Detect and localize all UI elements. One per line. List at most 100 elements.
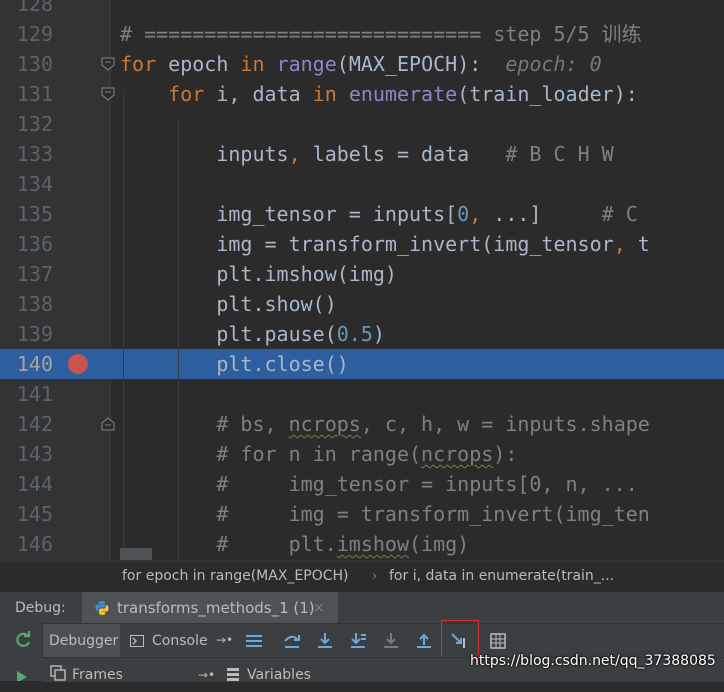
debug-session-tab[interactable]: transforms_methods_1 (1) × [82,592,338,624]
breadcrumb-item[interactable]: for i, data in enumerate(train_... [389,561,614,592]
line-number[interactable]: 133 [7,139,53,169]
fold-marker-icon[interactable] [101,87,115,101]
line-number[interactable]: 135 [7,199,53,229]
line-number[interactable]: 144 [7,469,53,499]
code-line[interactable]: 145 # img = transform_invert(img_ten [0,499,724,529]
code-line[interactable]: 134 [0,169,724,199]
tab-console[interactable]: Console →• [122,624,234,658]
line-number[interactable]: 137 [7,259,53,289]
line-number[interactable]: 139 [7,319,53,349]
pin-arrow-icon[interactable]: →• [216,623,233,657]
line-number[interactable]: 131 [7,79,53,109]
code-text[interactable]: for epoch in range(MAX_EPOCH): epoch: 0 [120,49,602,79]
code-text[interactable]: img_tensor = inputs[0, ...] # C [120,199,637,229]
code-line[interactable]: 135 img_tensor = inputs[0, ...] # C [0,199,724,229]
code-line[interactable]: 129 # ============================ step 5… [0,19,724,49]
code-token: , [613,232,626,256]
show-execution-point-icon[interactable] [244,631,264,651]
code-token: 0.5 [336,322,373,346]
close-icon[interactable]: × [313,592,325,624]
rerun-icon[interactable] [13,630,33,650]
line-number[interactable]: 130 [7,49,53,79]
fold-marker-icon[interactable] [101,417,115,431]
debug-side-toolbar [0,623,43,681]
resume-icon[interactable] [13,669,33,681]
code-text[interactable]: inputs, labels = data # B C H W [120,139,613,169]
line-number[interactable]: 141 [7,379,53,409]
fold-marker-icon[interactable] [101,57,115,71]
code-line[interactable]: 132 [0,109,724,139]
code-text[interactable]: plt.imshow(img) [120,259,397,289]
code-text[interactable]: # plt.imshow(img) [120,529,469,559]
pin-arrow-icon[interactable]: →• [198,658,215,692]
code-line[interactable]: 130 for epoch in range(MAX_EPOCH): epoch:… [0,49,724,79]
code-text[interactable]: plt.show() [120,289,336,319]
code-line[interactable]: 143 # for n in range(ncrops): [0,439,724,469]
code-token: # img = transform_invert(img_ten [120,502,650,526]
line-number[interactable]: 146 [7,529,53,559]
code-token: for [168,82,205,106]
code-text[interactable]: # img_tensor = inputs[0, n, ... [120,469,637,499]
line-number[interactable]: 136 [7,229,53,259]
step-into-my-code-icon[interactable] [348,631,368,651]
code-token: , [288,142,301,166]
code-token: (img) [409,532,470,556]
code-line[interactable]: 131 for i, data in enumerate(train_loade… [0,79,724,109]
code-line[interactable]: 139 plt.pause(0.5) [0,319,724,349]
code-text[interactable]: for i, data in enumerate(train_loader): [120,79,638,109]
line-number[interactable]: 140 [7,349,53,379]
evaluate-expression-icon[interactable] [488,631,508,651]
line-number[interactable]: 142 [7,409,53,439]
code-text[interactable]: # img = transform_invert(img_ten [120,499,650,529]
code-editor[interactable]: 128 129 # ============================ ste… [0,0,724,560]
code-line[interactable]: 133 inputs, labels = data # B C H W [0,139,724,169]
code-text[interactable]: plt.pause(0.5) [120,319,385,349]
breadcrumb-item[interactable]: for epoch in range(MAX_EPOCH) [122,561,349,592]
breakpoint-icon[interactable] [68,354,88,374]
tab-debugger[interactable]: Debugger [42,624,120,658]
code-line[interactable]: 140 plt.close() [0,349,724,379]
code-token: range [276,52,337,76]
code-token: in [312,82,337,106]
breadcrumb: for epoch in range(MAX_EPOCH) › for i, d… [0,560,724,592]
code-line[interactable]: 136 img = transform_invert(img_tensor, t [0,229,724,259]
code-token: inputs [120,142,289,166]
code-token: in [240,52,265,76]
tab-debugger-label: Debugger [49,633,119,649]
debug-header: Debug: transforms_methods_1 (1) × [0,591,724,624]
code-token: labels = data [300,142,506,166]
line-number[interactable]: 138 [7,289,53,319]
line-number[interactable]: 143 [7,439,53,469]
code-text[interactable]: # for n in range(ncrops): [120,439,517,469]
line-number[interactable]: 128 [7,0,53,19]
code-line[interactable]: 137 plt.imshow(img) [0,259,724,289]
code-token: enumerate [348,82,458,106]
code-token: plt.pause( [120,322,337,346]
code-line[interactable]: 138 plt.show() [0,289,724,319]
code-text[interactable]: # ============================ step 5/5 … [120,19,642,49]
code-token: ncrops [421,442,494,466]
code-line[interactable]: 144 # img_tensor = inputs[0, n, ... [0,469,724,499]
line-number[interactable]: 145 [7,499,53,529]
code-token: plt.imshow(img) [120,262,397,286]
code-line[interactable]: 142 # bs, ncrops, c, h, w = inputs.shape [0,409,724,439]
line-number[interactable]: 134 [7,169,53,199]
code-line[interactable]: 141 [0,379,724,409]
code-token: ) [372,322,385,346]
line-number[interactable]: 129 [7,19,53,49]
code-text[interactable]: img = transform_invert(img_tensor, t [120,229,650,259]
force-step-into-icon[interactable] [381,631,401,651]
step-over-icon[interactable] [282,631,302,651]
code-text[interactable]: plt.close() [120,349,348,379]
code-token: # ============================ step 5/5 … [120,22,642,46]
line-number[interactable]: 132 [7,109,53,139]
scroll-marker[interactable] [120,548,152,560]
code-token: img_tensor = inputs[ [120,202,458,226]
code-line[interactable]: 128 [0,0,724,19]
step-into-icon[interactable] [315,631,335,651]
watermark: https://blog.csdn.net/qq_37388085 [470,653,716,669]
code-text[interactable]: # bs, ncrops, c, h, w = inputs.shape [120,409,649,439]
step-out-icon[interactable] [414,631,434,651]
code-line[interactable]: 146 # plt.imshow(img) [0,529,724,559]
